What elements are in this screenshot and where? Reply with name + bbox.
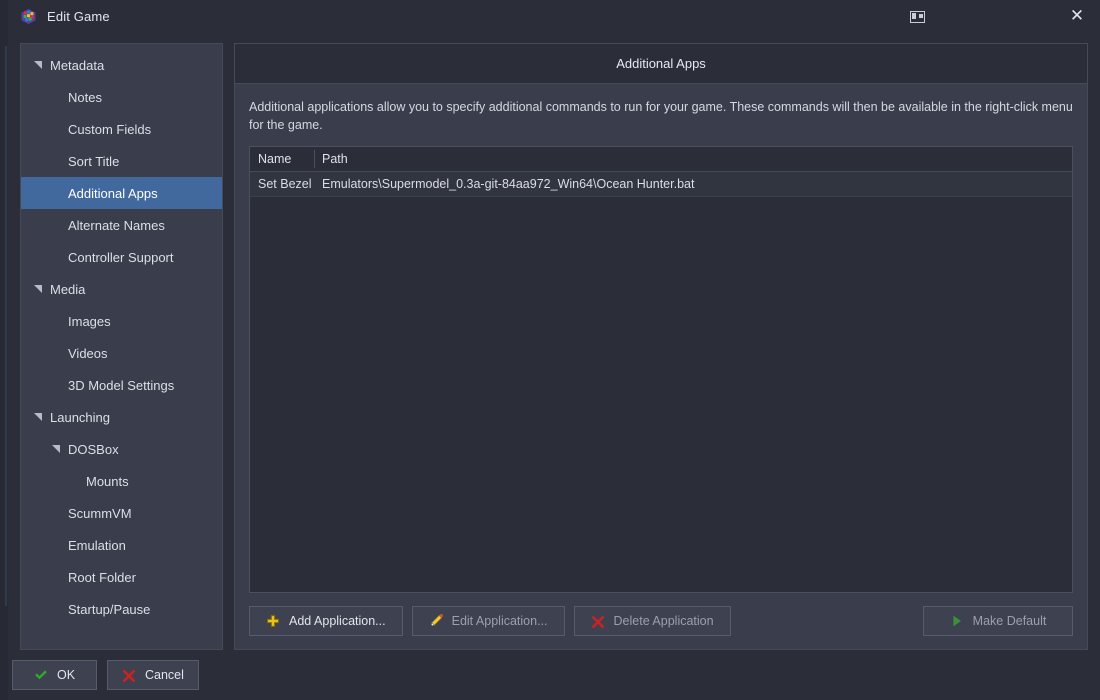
expander-triangle-icon[interactable]	[34, 60, 43, 70]
sidebar-item-label: 3D Model Settings	[68, 377, 175, 393]
edit-application-button[interactable]: Edit Application...	[411, 606, 565, 636]
expander-triangle-icon[interactable]	[34, 412, 43, 422]
red-x-icon	[591, 615, 604, 628]
sidebar-item-label: Custom Fields	[68, 121, 152, 137]
sidebar-item-custom-fields[interactable]: Custom Fields	[21, 113, 222, 145]
sidebar-item-startup-pause[interactable]: Startup/Pause	[21, 593, 222, 625]
sidebar-item-label: Notes	[68, 89, 102, 105]
sidebar-item-alternate-names[interactable]: Alternate Names	[21, 209, 222, 241]
grid-rows: Set Bezel Emulators\Supermodel_0.3a-git-8…	[250, 172, 1072, 197]
plus-icon	[267, 615, 279, 627]
sidebar-item-label: Alternate Names	[68, 217, 165, 233]
delete-application-label: Delete Application	[613, 613, 714, 628]
sidebar-item-additional-apps[interactable]: Additional Apps	[21, 177, 222, 209]
sidebar-item-notes[interactable]: Notes	[21, 81, 222, 113]
sidebar-item-label: Mounts	[86, 473, 129, 489]
sidebar-item-controller-support[interactable]: Controller Support	[21, 241, 222, 273]
make-default-label: Make Default	[972, 613, 1047, 628]
panel-title: Additional Apps	[616, 56, 706, 71]
pencil-icon	[430, 614, 443, 627]
sidebar-item-label: Additional Apps	[68, 185, 158, 201]
window-title: Edit Game	[47, 9, 110, 24]
sidebar-item-media[interactable]: Media	[21, 273, 222, 305]
add-application-button[interactable]: Add Application...	[249, 606, 403, 636]
cancel-button[interactable]: Cancel	[107, 660, 199, 690]
grid-action-bar: Add Application... Edit Application... D…	[235, 593, 1087, 649]
ok-button[interactable]: OK	[12, 660, 97, 690]
window-layout-icon	[909, 10, 925, 23]
sidebar-item-label: Sort Title	[68, 153, 120, 169]
delete-application-button[interactable]: Delete Application	[573, 606, 731, 636]
sidebar-item-label: DOSBox	[68, 441, 119, 457]
sidebar-item-scummvm[interactable]: ScummVM	[21, 497, 222, 529]
sidebar-item-images[interactable]: Images	[21, 305, 222, 337]
sidebar-item-3d-model-settings[interactable]: 3D Model Settings	[21, 369, 222, 401]
close-button[interactable]: ✕	[1054, 0, 1100, 33]
sidebar-item-launching[interactable]: Launching	[21, 401, 222, 433]
sidebar-item-metadata[interactable]: Metadata	[21, 49, 222, 81]
column-header-path[interactable]: Path	[314, 147, 1072, 171]
cell-path: Emulators\Supermodel_0.3a-git-84aa972_Wi…	[322, 177, 695, 191]
green-play-icon	[953, 615, 961, 627]
dialog-footer: OK Cancel	[8, 650, 1100, 700]
cancel-label: Cancel	[145, 667, 184, 682]
expander-triangle-icon[interactable]	[52, 444, 61, 454]
column-header-name[interactable]: Name	[250, 147, 314, 171]
navigation-sidebar[interactable]: Metadata Notes Custom Fields Sort Title Addi…	[20, 43, 223, 650]
content-panel: Additional Apps Additional applications …	[234, 43, 1088, 650]
edit-application-label: Edit Application...	[451, 613, 548, 628]
sidebar-item-label: Images	[68, 313, 111, 329]
sidebar-item-emulation[interactable]: Emulation	[21, 529, 222, 561]
edit-game-dialog: Edit Game ✕ Metadata Notes Custom Fields So…	[8, 0, 1100, 700]
window-layout-button[interactable]	[894, 0, 940, 33]
sidebar-item-root-folder[interactable]: Root Folder	[21, 561, 222, 593]
expander-triangle-icon[interactable]	[34, 284, 43, 294]
launchbox-cube-icon	[20, 8, 37, 25]
sidebar-item-sort-title[interactable]: Sort Title	[21, 145, 222, 177]
sidebar-item-label: Metadata	[50, 57, 105, 73]
sidebar-item-label: Controller Support	[68, 249, 174, 265]
close-icon: ✕	[1069, 6, 1085, 26]
additional-apps-grid[interactable]: Name Path Set Bezel Emulators\Supermodel_…	[249, 146, 1073, 593]
grid-header-row: Name Path	[250, 147, 1072, 172]
table-row[interactable]: Set Bezel Emulators\Supermodel_0.3a-git-8…	[250, 172, 1072, 197]
sidebar-item-label: Media	[50, 281, 86, 297]
green-check-icon	[35, 670, 47, 680]
sidebar-item-mounts[interactable]: Mounts	[21, 465, 222, 497]
sidebar-item-label: ScummVM	[68, 505, 132, 521]
sidebar-item-label: Startup/Pause	[68, 601, 151, 617]
sidebar-item-label: Videos	[68, 345, 108, 361]
dialog-body: Metadata Notes Custom Fields Sort Title Addi…	[8, 33, 1100, 650]
sidebar-item-dosbox[interactable]: DOSBox	[21, 433, 222, 465]
add-application-label: Add Application...	[289, 613, 386, 628]
sidebar-item-label: Root Folder	[68, 569, 136, 585]
background-window-accent-line	[5, 46, 7, 606]
make-default-button[interactable]: Make Default	[923, 606, 1073, 636]
cell-name: Set Bezel	[258, 177, 312, 191]
grid-empty-area	[250, 197, 1072, 592]
panel-description: Additional applications allow you to spe…	[249, 100, 1073, 132]
title-bar: Edit Game ✕	[8, 0, 1100, 33]
panel-header: Additional Apps	[235, 44, 1087, 84]
red-x-icon	[122, 669, 136, 682]
sidebar-item-label: Launching	[50, 409, 110, 425]
ok-label: OK	[56, 667, 76, 682]
sidebar-item-label: Emulation	[68, 537, 126, 553]
sidebar-item-videos[interactable]: Videos	[21, 337, 222, 369]
